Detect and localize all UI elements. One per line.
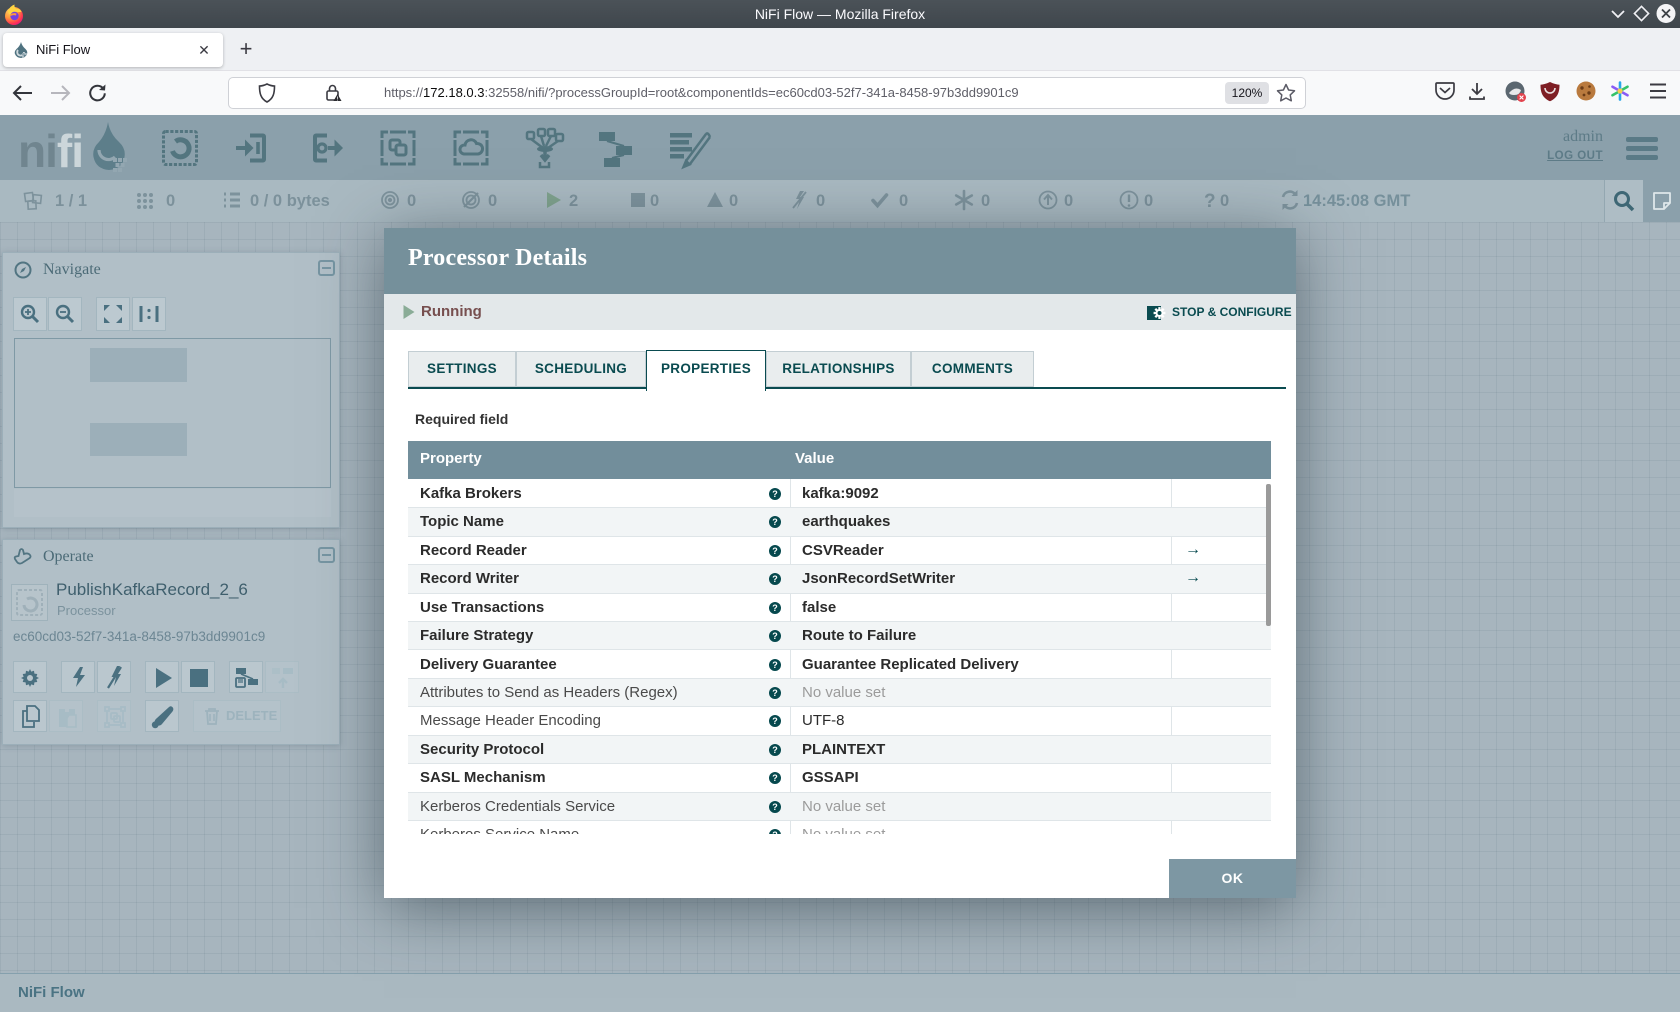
svg-text:!: !: [337, 96, 339, 102]
svg-text:?: ?: [1204, 191, 1216, 212]
